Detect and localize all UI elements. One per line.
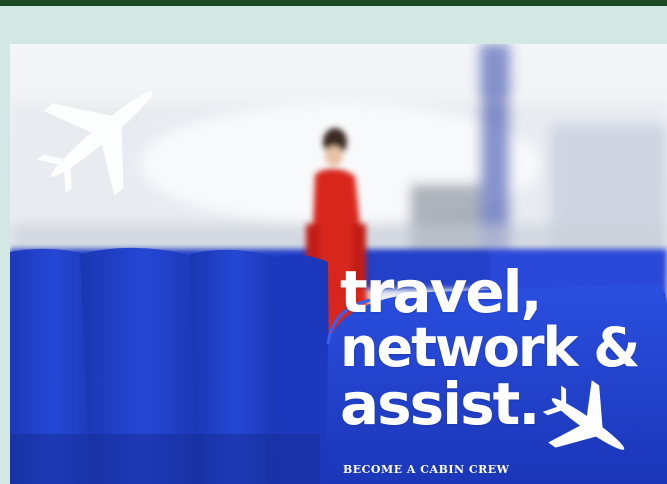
ad-headline: travel, network & assist. — [340, 258, 660, 438]
headline-line-3: assist. — [340, 370, 540, 438]
headline-line-2: network & — [340, 316, 640, 379]
page: travel, network & assist. BECOME A CABIN… — [0, 0, 667, 484]
ad-subline: BECOME A CABIN CREW — [343, 463, 510, 476]
headline-line-1: travel, — [340, 258, 543, 326]
top-bar — [0, 0, 667, 6]
cabin-crew-ad-image: travel, network & assist. BECOME A CABIN… — [10, 44, 667, 484]
